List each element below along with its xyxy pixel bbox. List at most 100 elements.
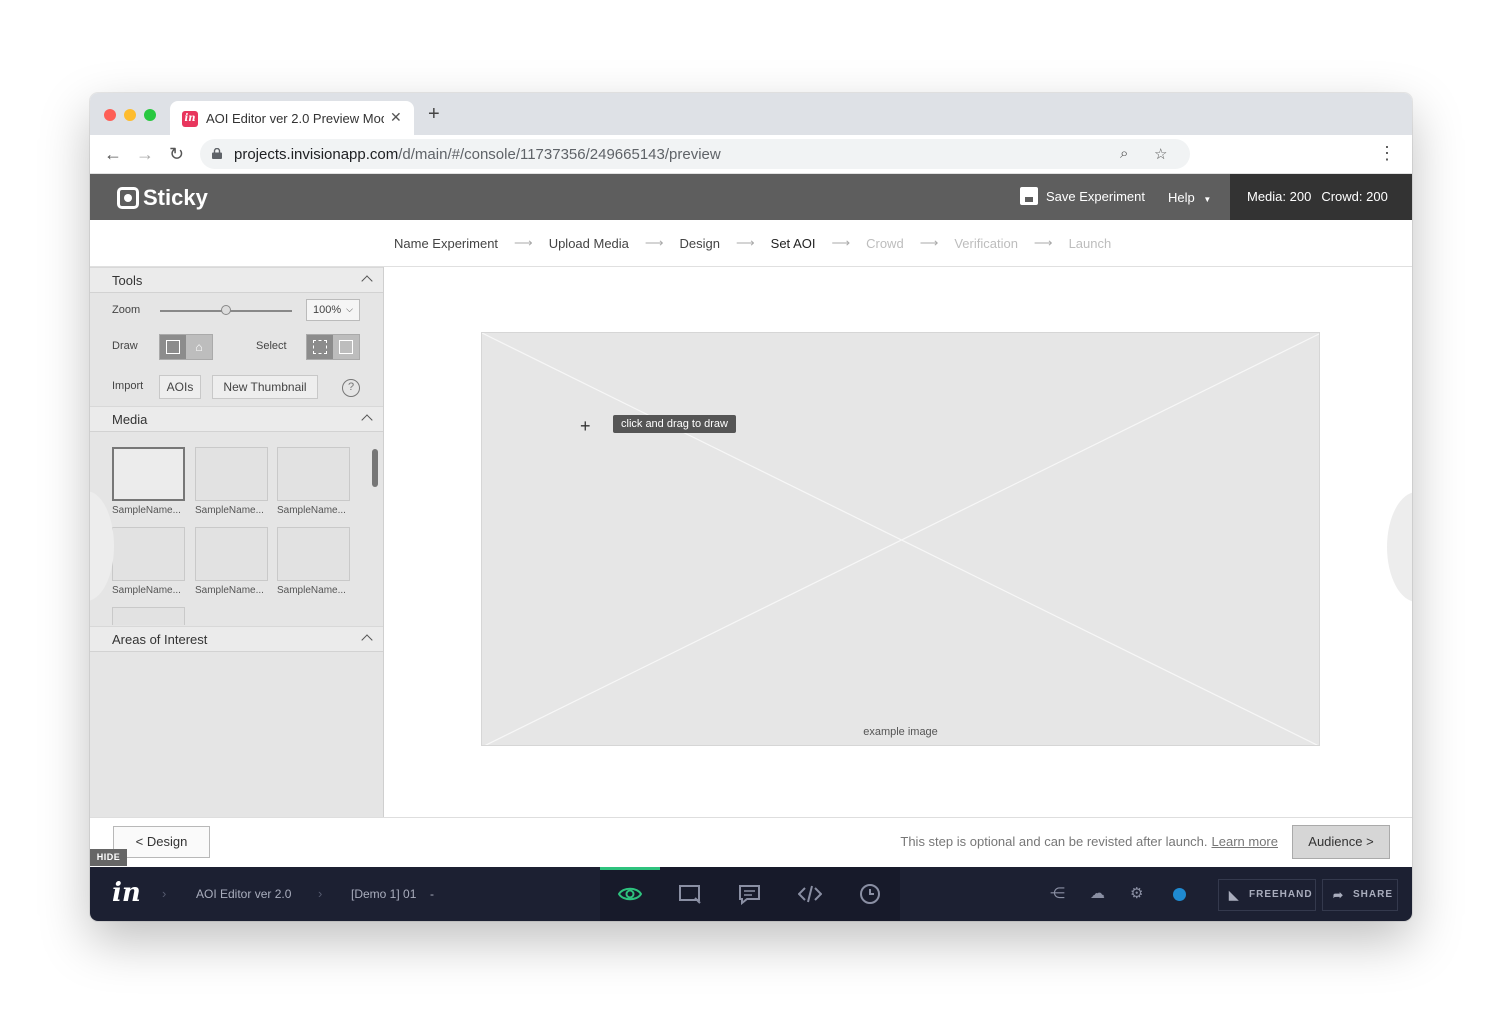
- minimize-window-button[interactable]: [124, 109, 136, 121]
- step-arrow-icon: ⟶: [644, 235, 664, 250]
- import-aois-button[interactable]: AOIs: [159, 375, 201, 399]
- reload-icon[interactable]: ↻: [169, 144, 184, 164]
- cloud-sync-icon[interactable]: ☁: [1090, 886, 1105, 902]
- save-experiment-label: Save Experiment: [1046, 188, 1145, 204]
- preview-mode-eye-icon[interactable]: [618, 883, 642, 905]
- object-select-tool[interactable]: [333, 335, 359, 359]
- crosshair-cursor-icon: +: [580, 416, 591, 436]
- step-arrow-icon: ⟶: [514, 235, 533, 250]
- url-text: projects.invisionapp.com/d/main/#/consol…: [234, 146, 721, 163]
- browser-tab[interactable]: in AOI Editor ver 2.0 Preview Mod ✕: [170, 101, 414, 135]
- help-circle-icon[interactable]: ?: [342, 379, 360, 397]
- freehand-button[interactable]: ◣ FREEHAND: [1218, 879, 1316, 911]
- next-media-arrow[interactable]: [1387, 492, 1412, 602]
- example-image-placeholder[interactable]: + click and drag to draw example image: [481, 332, 1320, 746]
- sticky-logo-text: Sticky: [143, 185, 208, 210]
- placeholder-caption: example image: [863, 726, 938, 738]
- wizard-step: Launch: [1068, 235, 1112, 251]
- sticky-logo[interactable]: Sticky: [117, 185, 208, 211]
- share-arrow-icon: ➦: [1333, 888, 1345, 902]
- select-label: Select: [256, 340, 287, 352]
- url-field[interactable]: projects.invisionapp.com/d/main/#/consol…: [200, 139, 1190, 169]
- wizard-step: Crowd: [866, 235, 904, 251]
- wizard-step: Verification: [954, 235, 1018, 251]
- step-arrow-icon: ⟶: [1033, 235, 1053, 250]
- close-window-button[interactable]: [104, 109, 116, 121]
- share-nodes-icon[interactable]: ⋲: [1050, 886, 1065, 902]
- chevron-up-icon[interactable]: [361, 414, 373, 426]
- breadcrumb-project[interactable]: AOI Editor ver 2.0: [196, 887, 291, 901]
- invision-logo-icon[interactable]: in: [112, 880, 141, 906]
- freehand-label: FREEHAND: [1249, 889, 1313, 900]
- back-to-design-button[interactable]: < Design: [113, 826, 210, 858]
- rectangle-draw-tool[interactable]: [160, 335, 186, 359]
- media-panel-title: Media: [112, 412, 148, 427]
- history-clock-icon[interactable]: [858, 883, 882, 905]
- bookmark-star-icon[interactable]: ☆: [1154, 145, 1167, 163]
- media-scrollbar[interactable]: [372, 449, 378, 487]
- build-mode-icon[interactable]: [678, 883, 702, 905]
- usage-counts: Media: 200 Crowd: 200: [1230, 174, 1412, 220]
- media-panel-header[interactable]: Media: [90, 406, 383, 432]
- media-thumbnail[interactable]: [112, 527, 185, 581]
- zoom-select[interactable]: 100% ⌵: [306, 299, 360, 321]
- forward-arrow-icon[interactable]: →: [136, 144, 154, 164]
- media-thumbnail[interactable]: [277, 527, 350, 581]
- invision-toolbar: in › AOI Editor ver 2.0 › [Demo 1] 01 -: [90, 867, 1412, 921]
- media-thumbnail[interactable]: [195, 447, 268, 501]
- comment-mode-icon[interactable]: [738, 883, 762, 905]
- mode-toolbar: [600, 867, 900, 921]
- media-thumbnail[interactable]: [195, 527, 268, 581]
- aoi-canvas-area: + click and drag to draw example image: [384, 267, 1412, 817]
- media-thumbnail[interactable]: [112, 447, 185, 501]
- breadcrumb-screen[interactable]: [Demo 1] 01: [351, 887, 416, 901]
- polygon-draw-tool[interactable]: ⌂: [186, 335, 212, 359]
- maximize-window-button[interactable]: [144, 109, 156, 121]
- media-thumbnail-label: SampleName...: [277, 585, 346, 596]
- tools-panel-title: Tools: [112, 273, 143, 288]
- gear-icon[interactable]: ⚙: [1130, 886, 1143, 902]
- wizard-steps-list: Name Experiment ⟶ Upload Media ⟶ Design ⟶ Set …: [394, 235, 1111, 251]
- zoom-slider-handle[interactable]: [221, 305, 231, 315]
- chevron-right-icon: ›: [318, 886, 323, 901]
- url-path: /d/main/#/console/11737356/249665143/pre…: [398, 146, 721, 163]
- wizard-step[interactable]: Set AOI: [771, 236, 816, 251]
- tab-close-icon[interactable]: ✕: [390, 109, 402, 126]
- chevron-up-icon[interactable]: [361, 275, 373, 287]
- new-thumbnail-button[interactable]: New Thumbnail: [212, 375, 318, 399]
- wizard-step[interactable]: Design: [680, 236, 720, 251]
- new-tab-icon[interactable]: +: [428, 104, 440, 124]
- learn-more-link[interactable]: Learn more: [1212, 834, 1278, 849]
- hide-toolbar-tag[interactable]: HIDE: [90, 849, 127, 866]
- wizard-step[interactable]: Upload Media: [549, 236, 629, 251]
- screen-dropdown-caret-icon[interactable]: -: [430, 887, 434, 901]
- chevron-up-icon[interactable]: [361, 634, 373, 646]
- audience-next-button[interactable]: Audience >: [1292, 825, 1390, 859]
- browser-menu-icon[interactable]: ⋮: [1378, 144, 1396, 162]
- user-avatar[interactable]: [1173, 888, 1186, 901]
- import-label: Import: [112, 380, 144, 392]
- freehand-icon: ◣: [1229, 888, 1240, 902]
- share-button[interactable]: ➦ SHARE: [1322, 879, 1398, 911]
- tools-panel-header[interactable]: Tools: [90, 267, 383, 293]
- optional-step-text: This step is optional and can be reviste…: [900, 834, 1208, 849]
- share-label: SHARE: [1353, 889, 1394, 900]
- invision-favicon-icon: in: [182, 111, 198, 127]
- save-experiment-button[interactable]: Save Experiment: [1020, 187, 1145, 205]
- back-arrow-icon[interactable]: ←: [104, 144, 122, 164]
- inspect-code-icon[interactable]: [798, 883, 822, 905]
- zoom-magnifier-icon[interactable]: ⌕: [1120, 145, 1128, 162]
- sidebar: Tools Zoom 100% ⌵ Draw ⌂ Select Import A…: [90, 267, 384, 817]
- rectangle-icon: [166, 340, 180, 354]
- zoom-label: Zoom: [112, 304, 141, 316]
- aoi-panel-header[interactable]: Areas of Interest: [90, 626, 383, 652]
- marquee-select-tool[interactable]: [307, 335, 333, 359]
- media-thumbnail-label: SampleName...: [195, 505, 264, 516]
- help-menu-button[interactable]: Help ▼: [1168, 190, 1211, 205]
- media-count: Media: 200: [1247, 189, 1312, 204]
- media-thumbnail[interactable]: [277, 447, 350, 501]
- media-thumbnail[interactable]: [112, 607, 185, 625]
- step-arrow-icon: ⟶: [919, 235, 939, 250]
- polygon-icon: ⌂: [195, 340, 203, 354]
- wizard-step[interactable]: Name Experiment: [394, 236, 498, 251]
